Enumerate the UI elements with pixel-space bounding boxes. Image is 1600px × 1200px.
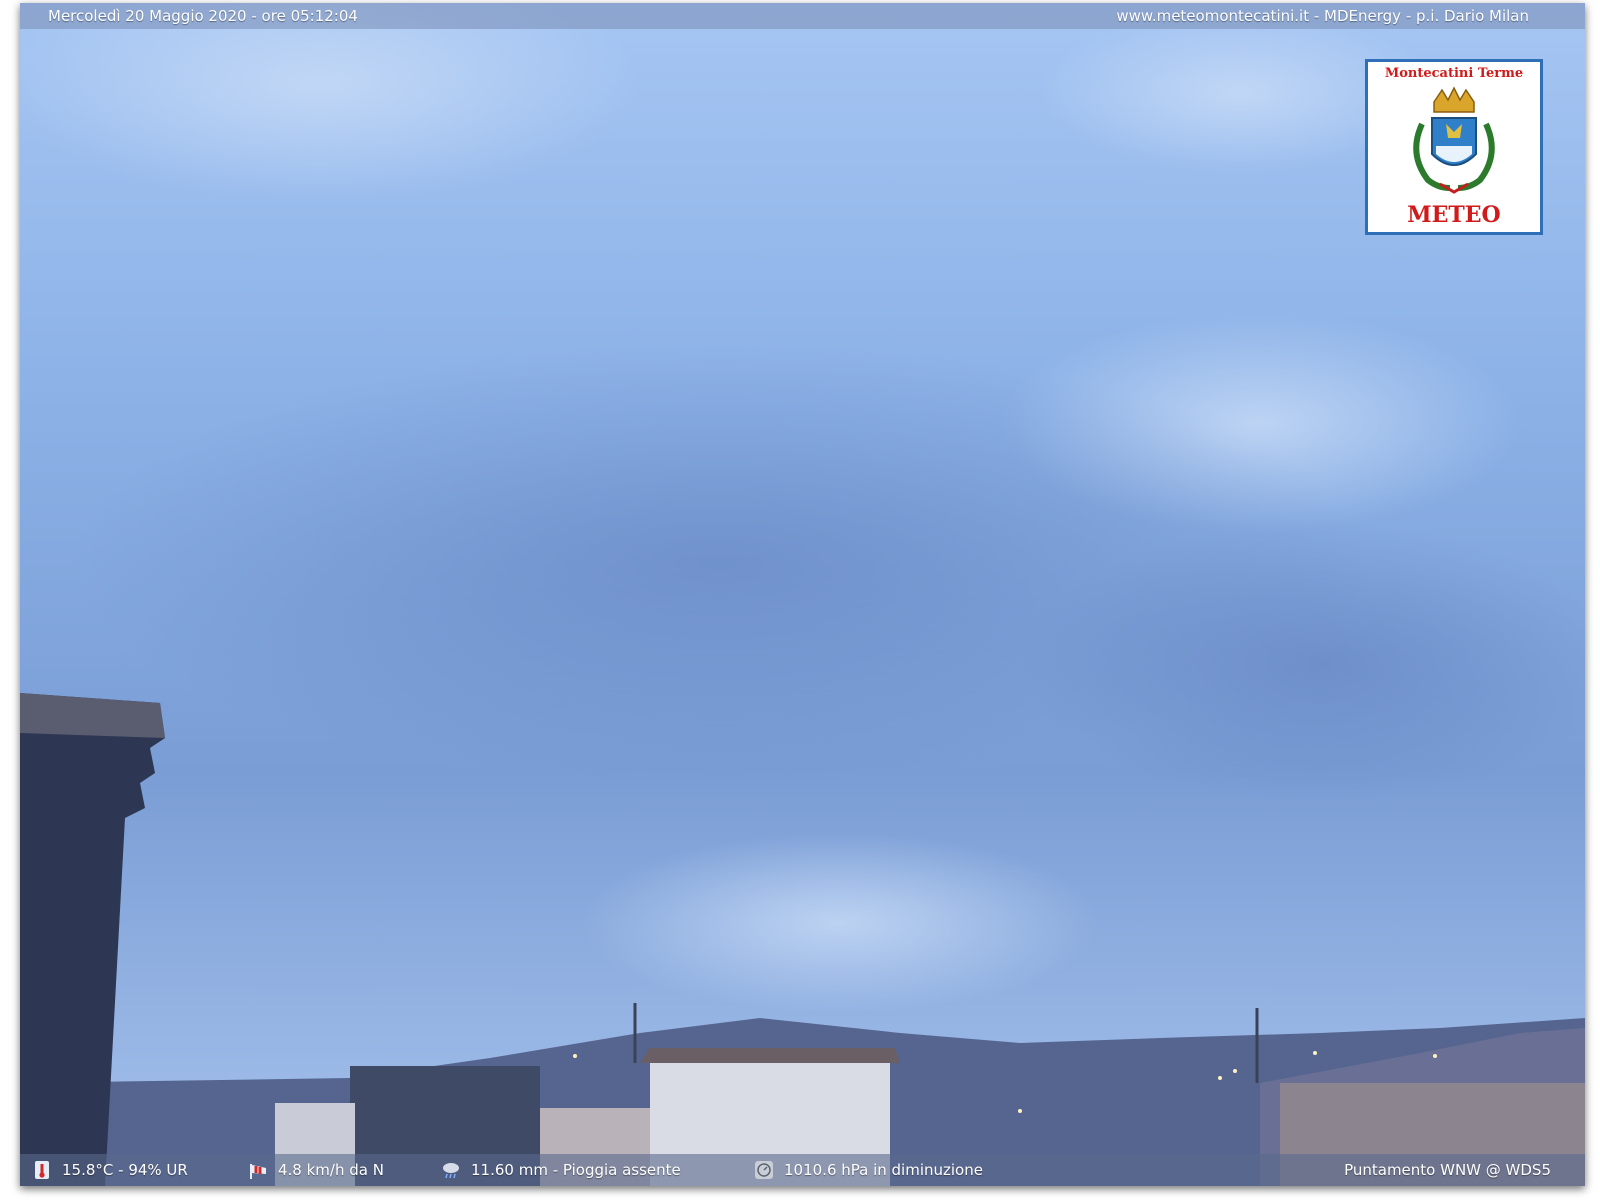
logo-caption: METEO (1407, 202, 1501, 228)
top-info-bar: Mercoledì 20 Maggio 2020 - ore 05:12:04 … (20, 3, 1585, 29)
temperature-humidity: 15.8°C - 94% UR (32, 1154, 188, 1186)
credits: www.meteomontecatini.it - MDEnergy - p.i… (1116, 7, 1529, 25)
thermometer-icon (35, 1161, 49, 1179)
cloud (580, 833, 1100, 1013)
pressure-text: 1010.6 hPa in diminuzione (784, 1161, 983, 1179)
rain: 11.60 mm - Pioggia assente (441, 1154, 681, 1186)
rain-cloud-icon (443, 1163, 459, 1179)
webcam-scene (20, 3, 1585, 1186)
temperature-text: 15.8°C - 94% UR (62, 1161, 188, 1179)
rain-text: 11.60 mm - Pioggia assente (471, 1161, 681, 1179)
street-light (1313, 1051, 1317, 1055)
street-light (1233, 1069, 1237, 1073)
street-light (1433, 1054, 1437, 1058)
street-light (1218, 1076, 1222, 1080)
roof (640, 1048, 900, 1063)
windsock-icon (250, 1164, 266, 1179)
street-light (573, 1054, 577, 1058)
wind-text: 4.8 km/h da N (278, 1161, 384, 1179)
logo-title: Montecatini Terme (1384, 66, 1524, 81)
camera-pointing: Puntamento WNW @ WDS5 (1344, 1161, 1551, 1179)
webcam-frame: Mercoledì 20 Maggio 2020 - ore 05:12:04 … (20, 3, 1585, 1186)
street-light (1018, 1109, 1022, 1113)
pressure: 1010.6 hPa in diminuzione (754, 1154, 983, 1186)
date-time: Mercoledì 20 Maggio 2020 - ore 05:12:04 (48, 7, 358, 25)
barometer-icon (755, 1161, 773, 1179)
bottom-info-bar: 15.8°C - 94% UR 4.8 km/h da N 11.60 mm -… (20, 1154, 1585, 1186)
meteo-logo: Montecatini Terme METEO (1365, 59, 1543, 235)
crest-icon (1413, 86, 1495, 194)
wind: 4.8 km/h da N (248, 1154, 384, 1186)
